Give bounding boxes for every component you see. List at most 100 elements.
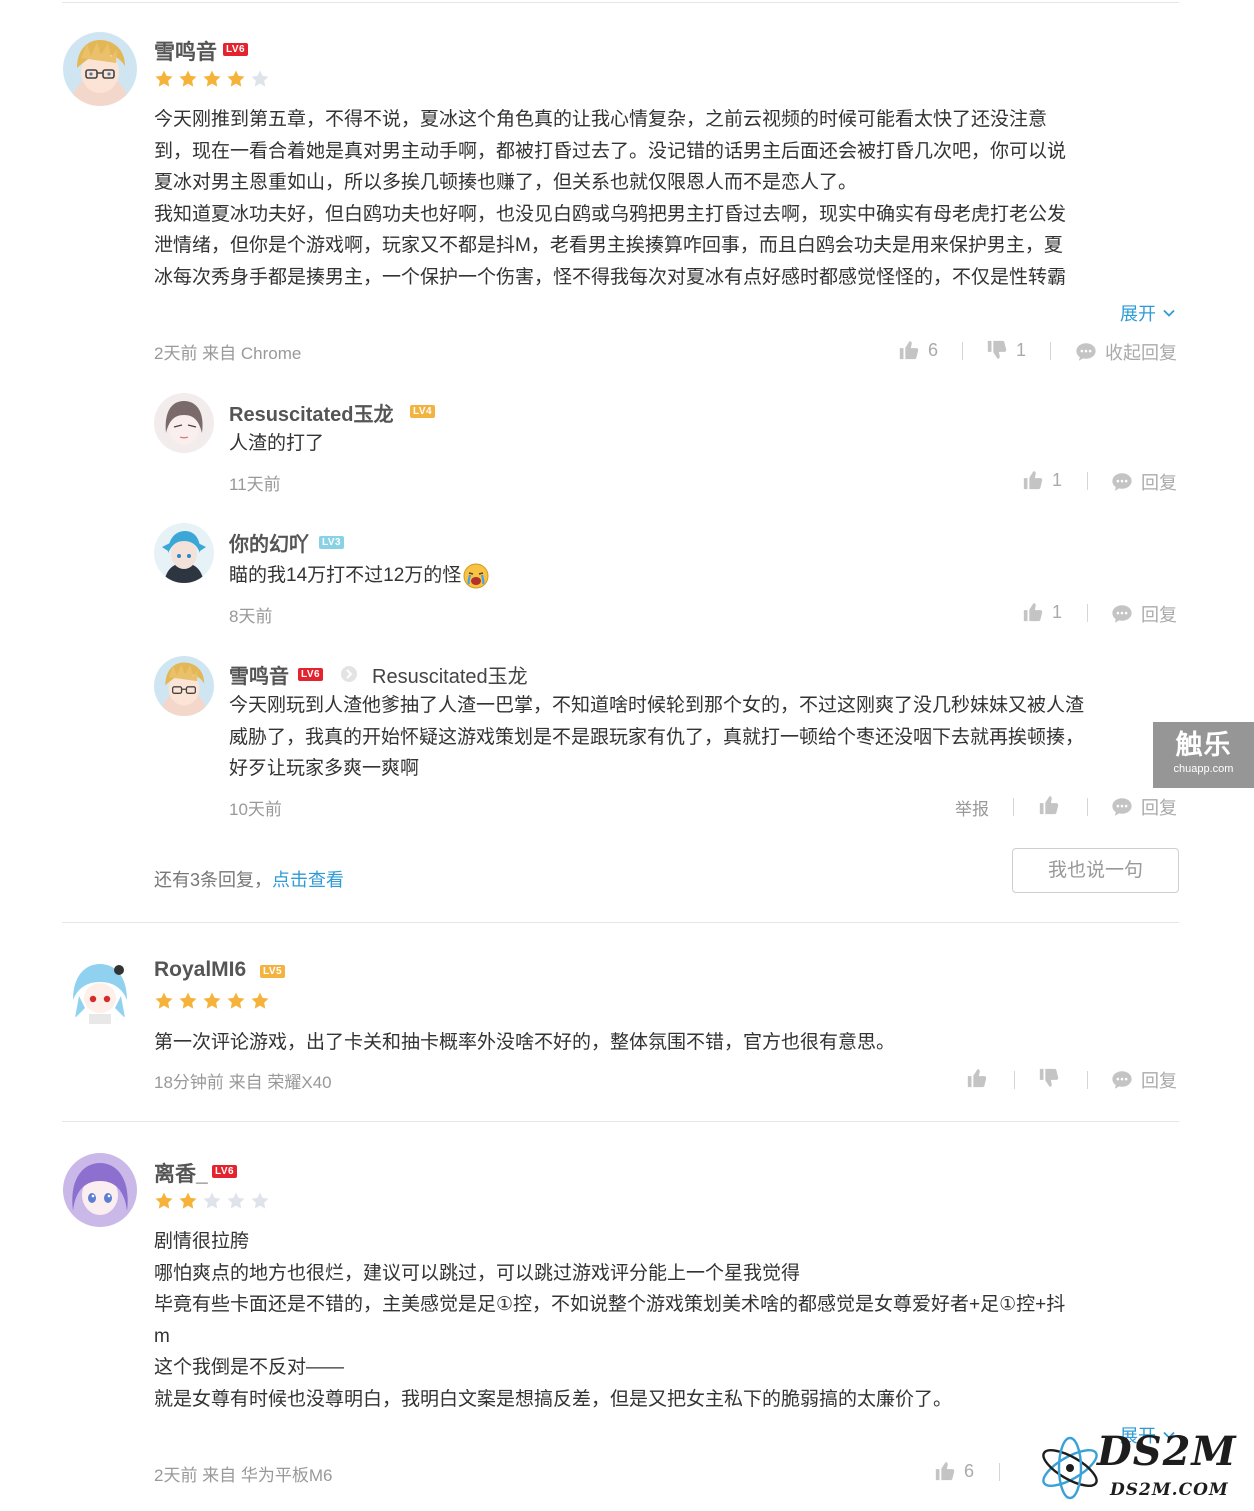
- text-line: 好歹让玩家多爽一爽啊: [229, 758, 420, 779]
- review-text: 第一次评论游戏，出了卡关和抽卡概率外没啥不好的，整体氛围不错，官方也很有意思。: [154, 1032, 896, 1053]
- like-count: 1: [1052, 601, 1063, 622]
- username[interactable]: 离香_: [154, 1158, 208, 1188]
- text-line: 就是女尊有时候也没尊明白，我明白文案是想搞反差，但是又把女主私下的脆弱搞的太廉价…: [154, 1388, 953, 1410]
- thumbs-up-icon: [1022, 469, 1044, 491]
- like-button[interactable]: 6: [898, 339, 938, 361]
- like-button[interactable]: 1: [1022, 469, 1062, 491]
- review-meta: 2天前 来自 华为平板M6: [154, 1466, 333, 1485]
- star-empty-icon: [202, 1191, 222, 1211]
- star-filled-icon: [154, 991, 174, 1011]
- rating-stars: [154, 991, 270, 1011]
- dislike-button[interactable]: 1: [986, 339, 1026, 361]
- star-filled-icon: [178, 991, 198, 1011]
- star-filled-icon: [154, 69, 174, 89]
- star-filled-icon: [154, 1191, 174, 1211]
- reply-button[interactable]: 回复: [1111, 469, 1177, 495]
- review-text: 今天刚推到第五章，不得不说，夏冰这个角色真的让我心情复杂，之前云视频的时候可能看…: [154, 104, 1174, 293]
- text-line: 毕竟有些卡面还是不错的，主美感觉是足①控，不如说整个游戏策划美术啥的都感觉是女尊…: [154, 1294, 1066, 1315]
- text-line: 我知道夏冰功夫好，但白鸥功夫也好啊，也没见白鸥或乌鸦把男主打昏过去啊，现实中确实…: [154, 203, 1067, 225]
- reply-avatar[interactable]: [154, 393, 214, 453]
- star-empty-icon: [250, 1191, 270, 1211]
- star-filled-icon: [226, 69, 246, 89]
- collapse-label: 收起回复: [1105, 343, 1177, 363]
- reply-button[interactable]: 回复: [1111, 1067, 1177, 1093]
- text-line: m: [154, 1325, 170, 1347]
- text-line: 威胁了，我真的开始怀疑这游戏策划是不是跟玩家有仇了，真就打一顿给个枣还没咽下去就…: [229, 726, 1085, 748]
- review-text: 剧情很拉胯 哪怕爽点的地方也很烂，建议可以跳过，可以跳过游戏评分能上一个星我觉得毕…: [154, 1226, 1174, 1415]
- chevron-down-icon: [1162, 306, 1176, 320]
- collapse-replies-button[interactable]: 收起回复: [1075, 339, 1177, 365]
- comment-bubble-icon: [1111, 471, 1133, 493]
- thumbs-up-icon: [966, 1067, 988, 1089]
- reply-text: 今天刚玩到人渣他爹抽了人渣一巴掌，不知道啥时候轮到那个女的，不过这刚爽了没几秒妹…: [229, 690, 1179, 785]
- thumbs-up-icon: [934, 1460, 956, 1482]
- report-button[interactable]: 举报: [955, 795, 989, 820]
- thumbs-down-icon: [1038, 1067, 1060, 1089]
- level-badge: LV4: [410, 405, 436, 418]
- separator: [999, 1463, 1000, 1481]
- separator: [962, 342, 963, 360]
- say-something-button[interactable]: 我也说一句: [1012, 848, 1179, 893]
- text-line: 冰每次秀身手都是揍男主，一个保护一个伤害，怪不得我每次对夏冰有点好感时都感觉怪怪…: [154, 266, 1067, 288]
- reply-time: 11天前: [229, 475, 281, 494]
- level-badge: LV5: [260, 965, 286, 978]
- like-button[interactable]: 1: [1022, 601, 1062, 623]
- star-filled-icon: [226, 991, 246, 1011]
- star-filled-icon: [202, 991, 222, 1011]
- thumbs-up-icon: [1022, 601, 1044, 623]
- star-filled-icon: [178, 1191, 198, 1211]
- chuapp-watermark: 触乐 chuapp.com: [1153, 722, 1254, 788]
- separator: [1087, 1071, 1088, 1089]
- comment-bubble-icon: [1075, 341, 1097, 363]
- username[interactable]: RoyalMI6: [154, 958, 246, 982]
- reply-avatar[interactable]: [154, 656, 214, 716]
- comment-bubble-icon: [1111, 796, 1133, 818]
- reply-to-username[interactable]: Resuscitated玉龙: [372, 660, 528, 689]
- review-meta: 2天前 来自 Chrome: [154, 344, 302, 363]
- separator: [1087, 472, 1088, 490]
- reply-label: 回复: [1141, 1071, 1177, 1091]
- comment-bubble-icon: [1111, 1069, 1133, 1091]
- dislike-count: 1: [1016, 339, 1027, 360]
- reply-button[interactable]: 回复: [1111, 601, 1177, 627]
- ds2m-logo-text: DS2M: [1097, 1428, 1237, 1475]
- star-empty-icon: [250, 69, 270, 89]
- reply-username[interactable]: 雪鸣音: [229, 660, 289, 689]
- view-more-link[interactable]: 点击查看: [272, 870, 344, 890]
- avatar[interactable]: [63, 952, 137, 1026]
- dislike-button[interactable]: [1038, 1067, 1068, 1089]
- avatar[interactable]: [63, 32, 137, 106]
- avatar[interactable]: [63, 1153, 137, 1227]
- text-line: 今天刚玩到人渣他爹抽了人渣一巴掌，不知道啥时候轮到那个女的，不过这刚爽了没几秒妹…: [229, 695, 1085, 716]
- text-line: 夏冰对男主恩重如山，所以多挨几顿揍也赚了，但关系也就仅限恩人而不是恋人了。: [154, 172, 858, 193]
- like-button[interactable]: [1038, 794, 1068, 816]
- reply-arrow-icon: [340, 665, 358, 683]
- reply-button[interactable]: 回复: [1111, 794, 1177, 820]
- like-button[interactable]: [966, 1067, 996, 1089]
- level-badge: LV6: [298, 668, 324, 681]
- reply-text: 人渣的打了: [229, 433, 325, 454]
- separator: [1050, 342, 1051, 360]
- thumbs-up-icon: [898, 339, 920, 361]
- review-meta: 18分钟前 来自 荣耀X40: [154, 1073, 332, 1092]
- reply-label: 回复: [1141, 605, 1177, 625]
- star-filled-icon: [250, 991, 270, 1011]
- reply-username[interactable]: Resuscitated玉龙: [229, 398, 394, 427]
- reply-time: 8天前: [229, 607, 273, 626]
- chuapp-url: chuapp.com: [1173, 763, 1234, 775]
- username[interactable]: 雪鸣音: [154, 36, 217, 66]
- review-divider: [62, 922, 1179, 923]
- star-filled-icon: [178, 69, 198, 89]
- rating-stars: [154, 1191, 270, 1211]
- review-divider: [62, 1121, 1179, 1122]
- reply-time: 10天前: [229, 800, 282, 819]
- like-count: 6: [928, 339, 939, 360]
- expand-button[interactable]: 展开: [1120, 300, 1176, 326]
- reply-avatar[interactable]: [154, 523, 214, 583]
- level-badge: LV3: [319, 536, 345, 549]
- star-filled-icon: [202, 69, 222, 89]
- reply-username[interactable]: 你的幻吖: [229, 528, 309, 557]
- comment-bubble-icon: [1111, 603, 1133, 625]
- like-button[interactable]: 6: [934, 1460, 974, 1482]
- separator: [1013, 798, 1014, 816]
